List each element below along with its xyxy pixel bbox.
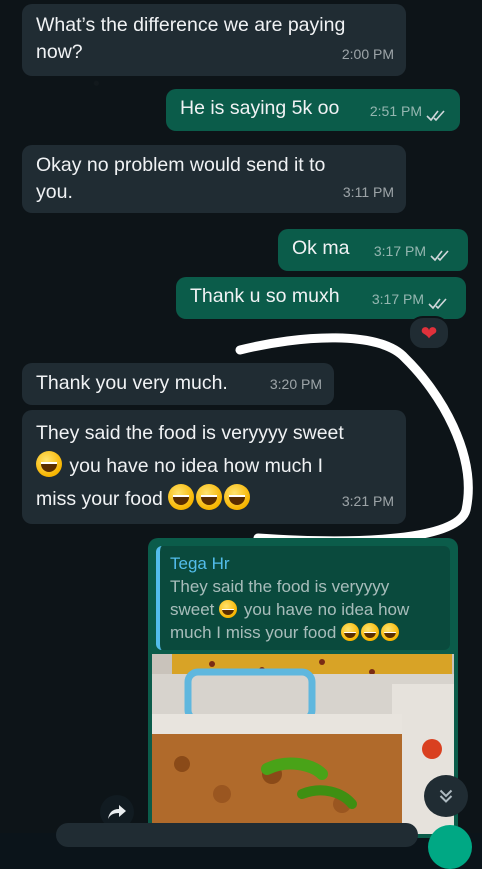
message-outgoing[interactable]: He is saying 5k oo 2:51 PM (166, 89, 460, 131)
grinning-emoji-icon (219, 600, 238, 618)
message-text: you. (36, 181, 73, 203)
message-incoming[interactable]: They said the food is veryyyy sweet you … (22, 410, 406, 524)
quote-text: you have no idea how (243, 600, 410, 619)
message-time: 2:51 PM (369, 103, 422, 119)
message-text: Ok ma (292, 237, 350, 259)
grinning-emoji-icon (381, 623, 400, 641)
grinning-emoji-icon (224, 484, 251, 510)
message-text: Okay no problem would send it to (36, 154, 326, 176)
quoted-message[interactable]: Tega Hr They said the food is veryyyy sw… (156, 546, 450, 650)
forward-icon (108, 805, 126, 819)
message-text: Thank you very much. (36, 372, 228, 394)
grinning-emoji-icon (341, 623, 360, 641)
grinning-emoji-icon (168, 484, 195, 510)
grinning-emoji-icon (36, 451, 62, 477)
double-check-icon (430, 250, 449, 262)
message-text: Thank u so muxh (190, 285, 340, 307)
quote-text: much I miss your food (170, 623, 337, 642)
message-text: They said the food is veryyyy sweet (36, 422, 344, 444)
message-text: He is saying 5k oo (180, 97, 340, 119)
message-text: What’s the difference we are paying (36, 14, 346, 36)
message-time: 3:11 PM (342, 184, 394, 200)
message-time: 3:21 PM (341, 493, 394, 509)
message-time: 2:00 PM (341, 46, 394, 62)
scroll-down-button[interactable] (424, 775, 468, 817)
message-outgoing[interactable]: Ok ma 3:17 PM (278, 229, 468, 271)
message-text: you have no idea how much I (69, 455, 324, 477)
heart-icon: ❤ (420, 321, 438, 345)
message-incoming[interactable]: Okay no problem would send it to you. 3:… (22, 145, 406, 213)
message-text: miss your food (36, 488, 163, 510)
message-time: 3:20 PM (269, 376, 322, 392)
message-outgoing[interactable]: Thank u so muxh 3:17 PM (176, 277, 466, 319)
message-incoming[interactable]: What’s the difference we are paying now?… (22, 4, 406, 76)
message-input-bar[interactable] (56, 823, 418, 847)
double-check-icon (428, 298, 447, 310)
mic-button[interactable] (428, 825, 472, 869)
double-check-icon (426, 110, 445, 122)
quote-text: sweet (170, 600, 215, 619)
chevron-double-down-icon (439, 789, 453, 803)
message-with-reply[interactable]: Tega Hr They said the food is veryyyy sw… (148, 538, 458, 838)
message-incoming[interactable]: Thank you very much. 3:20 PM (22, 363, 334, 405)
food-photo[interactable] (152, 654, 454, 834)
grinning-emoji-icon (361, 623, 380, 641)
message-time: 3:17 PM (373, 243, 426, 259)
message-text: now? (36, 41, 83, 63)
grinning-emoji-icon (196, 484, 223, 510)
quote-text: They said the food is veryyyy (170, 577, 390, 596)
reaction-badge[interactable]: ❤ (408, 316, 450, 350)
message-time: 3:17 PM (371, 291, 424, 307)
quote-author: Tega Hr (170, 554, 230, 573)
